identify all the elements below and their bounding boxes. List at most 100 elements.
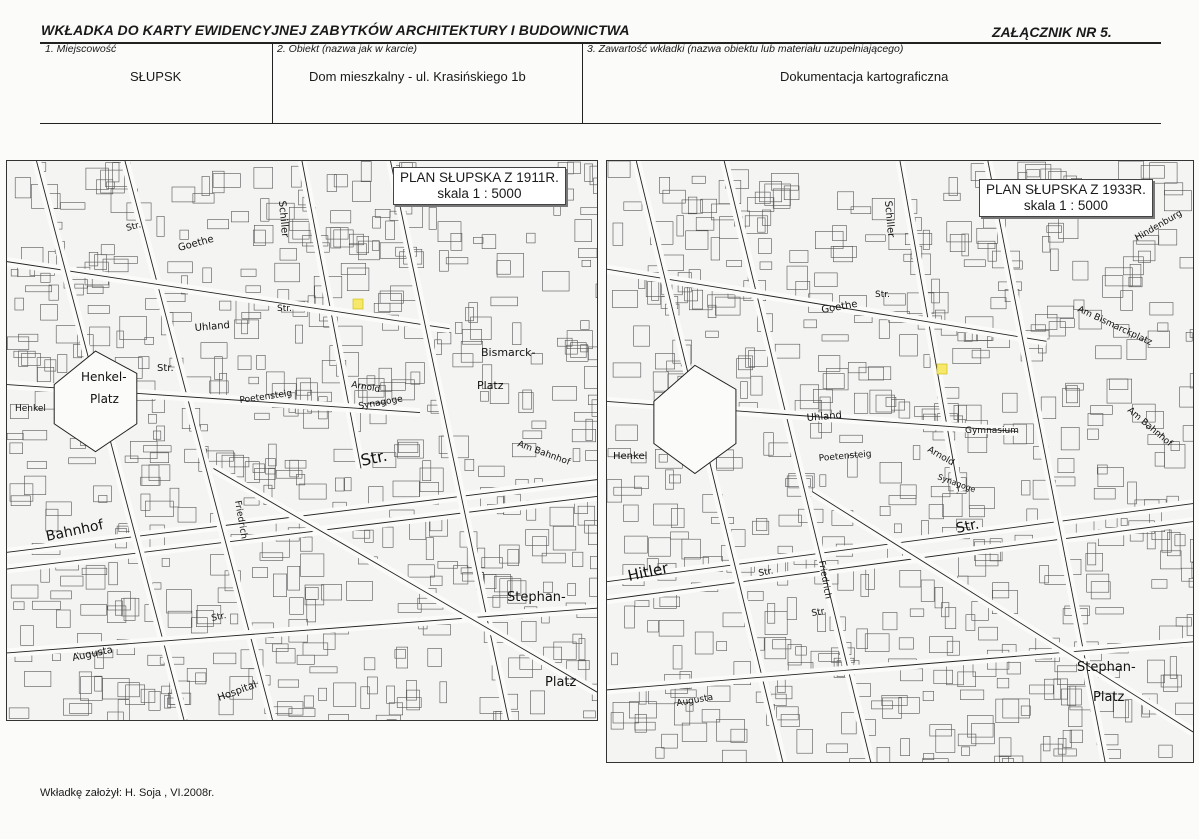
map-block: [803, 319, 817, 329]
map-block: [1057, 458, 1075, 474]
map-block: [864, 633, 890, 652]
map-block: [572, 551, 584, 567]
map-block: [648, 537, 671, 557]
map-block: [213, 652, 237, 665]
map-block: [607, 479, 622, 503]
street-label: Henkel: [613, 451, 647, 462]
map-block: [473, 237, 484, 244]
map-block: [323, 632, 336, 650]
map-block: [26, 461, 48, 469]
map-block: [306, 599, 316, 623]
map-block: [659, 176, 670, 194]
map-block: [1040, 396, 1057, 419]
map-block: [9, 483, 34, 502]
field-divider-2: [582, 42, 583, 123]
map-block: [572, 448, 581, 462]
map-block: [672, 645, 683, 670]
map-block: [405, 362, 425, 384]
map-block: [716, 718, 745, 742]
street-label: Schiller: [882, 200, 896, 238]
map-block: [145, 500, 174, 517]
map-block: [148, 690, 161, 711]
map-block: [305, 587, 319, 600]
map-block: [882, 612, 898, 631]
map-block: [265, 458, 276, 475]
map-block: [750, 375, 763, 396]
map-block: [705, 330, 719, 338]
map-block: [373, 303, 391, 313]
map-block: [115, 600, 123, 616]
map-block: [819, 474, 827, 487]
map-block: [1096, 464, 1108, 475]
map-block: [789, 250, 809, 263]
map-block: [243, 497, 260, 506]
street-label: Gymnasium: [965, 426, 1019, 436]
map-block: [272, 643, 289, 652]
street-label: Hospital: [216, 680, 258, 704]
map-block: [580, 207, 597, 215]
map-block: [920, 579, 935, 602]
map-block: [1086, 573, 1110, 593]
map-block: [372, 216, 381, 229]
street-label: Goethe: [177, 234, 215, 254]
map-block: [1085, 553, 1103, 572]
map-block: [780, 714, 800, 727]
map-block: [722, 612, 745, 628]
map-block: [578, 248, 597, 259]
map-block: [337, 325, 363, 346]
map-block: [1057, 737, 1067, 755]
map-block: [108, 562, 118, 586]
map-block: [167, 610, 193, 628]
map-block: [763, 432, 774, 456]
map-block: [1095, 345, 1122, 360]
map-block: [333, 229, 354, 248]
map-block: [219, 373, 227, 396]
map-block: [518, 392, 534, 414]
map-block: [1191, 562, 1193, 579]
field-3-label: 3. Zawartość wkładki (nazwa obiektu lub …: [587, 43, 904, 55]
street-label: Am Bismarckplatz: [1076, 305, 1154, 348]
map-block: [900, 738, 911, 757]
map-block: [969, 505, 985, 518]
map-block: [202, 267, 212, 284]
map-block: [764, 636, 787, 660]
map-block: [212, 170, 225, 194]
map-block: [768, 442, 792, 457]
map-block: [248, 376, 259, 385]
map-block: [552, 386, 577, 401]
map-block: [352, 180, 371, 203]
map-block: [169, 487, 180, 508]
map-block: [888, 495, 917, 506]
map-block: [480, 391, 489, 402]
map-block: [1060, 688, 1082, 706]
map-block: [799, 384, 819, 410]
map-block: [388, 702, 404, 716]
map-block: [177, 506, 197, 523]
map-block: [1093, 488, 1116, 500]
map-block: [60, 575, 84, 587]
map-block: [1179, 257, 1193, 269]
map-block: [525, 529, 550, 546]
map-block: [1147, 659, 1165, 684]
map-block: [589, 577, 597, 597]
map-block: [100, 244, 115, 256]
map-block: [821, 334, 849, 342]
map-block: [584, 520, 597, 534]
map-block: [796, 729, 813, 754]
map-block: [1181, 567, 1193, 582]
map-block: [1072, 260, 1089, 281]
map-block: [1060, 427, 1080, 451]
map-block: [284, 460, 307, 469]
map-block: [186, 668, 207, 682]
map-block: [912, 445, 921, 460]
map-block: [747, 590, 764, 601]
map-block: [1029, 684, 1054, 695]
map-block: [522, 389, 532, 410]
map-block: [380, 382, 406, 391]
map-block: [942, 493, 963, 518]
field-3-value: Dokumentacja kartograficzna: [780, 69, 949, 84]
street-label: Str.: [277, 304, 292, 314]
map-block: [256, 355, 266, 370]
map-block: [360, 161, 372, 183]
map-block: [740, 381, 748, 399]
